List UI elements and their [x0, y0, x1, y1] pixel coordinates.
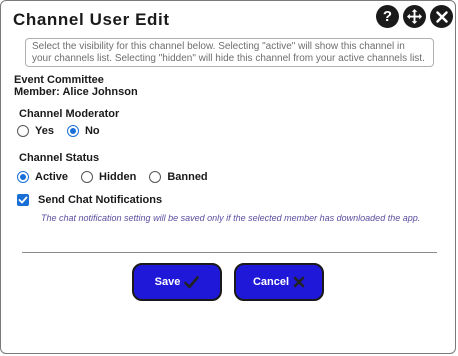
notification-note: The chat notification setting will be sa…: [41, 213, 421, 223]
channel-user-edit-dialog: Channel User Edit ? Select the visibilit…: [0, 0, 456, 354]
save-button[interactable]: Save: [132, 263, 222, 301]
checkmark-icon: [184, 275, 200, 289]
move-icon[interactable]: [403, 5, 426, 28]
moderator-option-yes[interactable]: Yes: [17, 125, 54, 137]
member-name: Member: Alice Johnson: [14, 86, 138, 98]
notifications-checkbox[interactable]: [17, 194, 29, 206]
event-name: Event Committee: [14, 74, 104, 86]
radio-label: Active: [35, 171, 69, 183]
titlebar-icons: ?: [376, 5, 453, 28]
notifications-label: Send Chat Notifications: [38, 194, 163, 206]
radio-button[interactable]: [17, 125, 29, 137]
dialog-titlebar[interactable]: Channel User Edit ?: [1, 1, 457, 35]
status-radio-group: Active Hidden Banned: [17, 171, 221, 183]
radio-button[interactable]: [66, 125, 79, 137]
divider: [22, 252, 437, 253]
cancel-button-label: Cancel: [252, 276, 290, 288]
status-option-hidden[interactable]: Hidden: [81, 171, 136, 183]
radio-button[interactable]: [149, 171, 162, 183]
x-mark-icon: [293, 276, 305, 288]
radio-label: No: [84, 125, 100, 137]
visibility-info-box: Select the visibility for this channel b…: [25, 38, 434, 67]
status-label: Channel Status: [19, 152, 100, 164]
radio-label: Yes: [35, 125, 54, 137]
radio-button[interactable]: [81, 171, 94, 183]
radio-label: Hidden: [99, 171, 137, 183]
close-icon[interactable]: [430, 5, 453, 28]
status-option-banned[interactable]: Banned: [149, 171, 208, 183]
status-option-active[interactable]: Active: [17, 171, 68, 183]
help-icon[interactable]: ?: [376, 5, 399, 28]
dialog-title: Channel User Edit: [13, 10, 170, 29]
save-button-label: Save: [154, 276, 181, 288]
radio-label: Banned: [167, 171, 208, 183]
radio-button[interactable]: [17, 171, 29, 183]
moderator-label: Channel Moderator: [19, 108, 120, 120]
cancel-button[interactable]: Cancel: [234, 263, 324, 301]
moderator-radio-group: Yes No: [17, 125, 113, 137]
moderator-option-no[interactable]: No: [66, 125, 100, 137]
notifications-row[interactable]: Send Chat Notifications: [17, 194, 162, 206]
